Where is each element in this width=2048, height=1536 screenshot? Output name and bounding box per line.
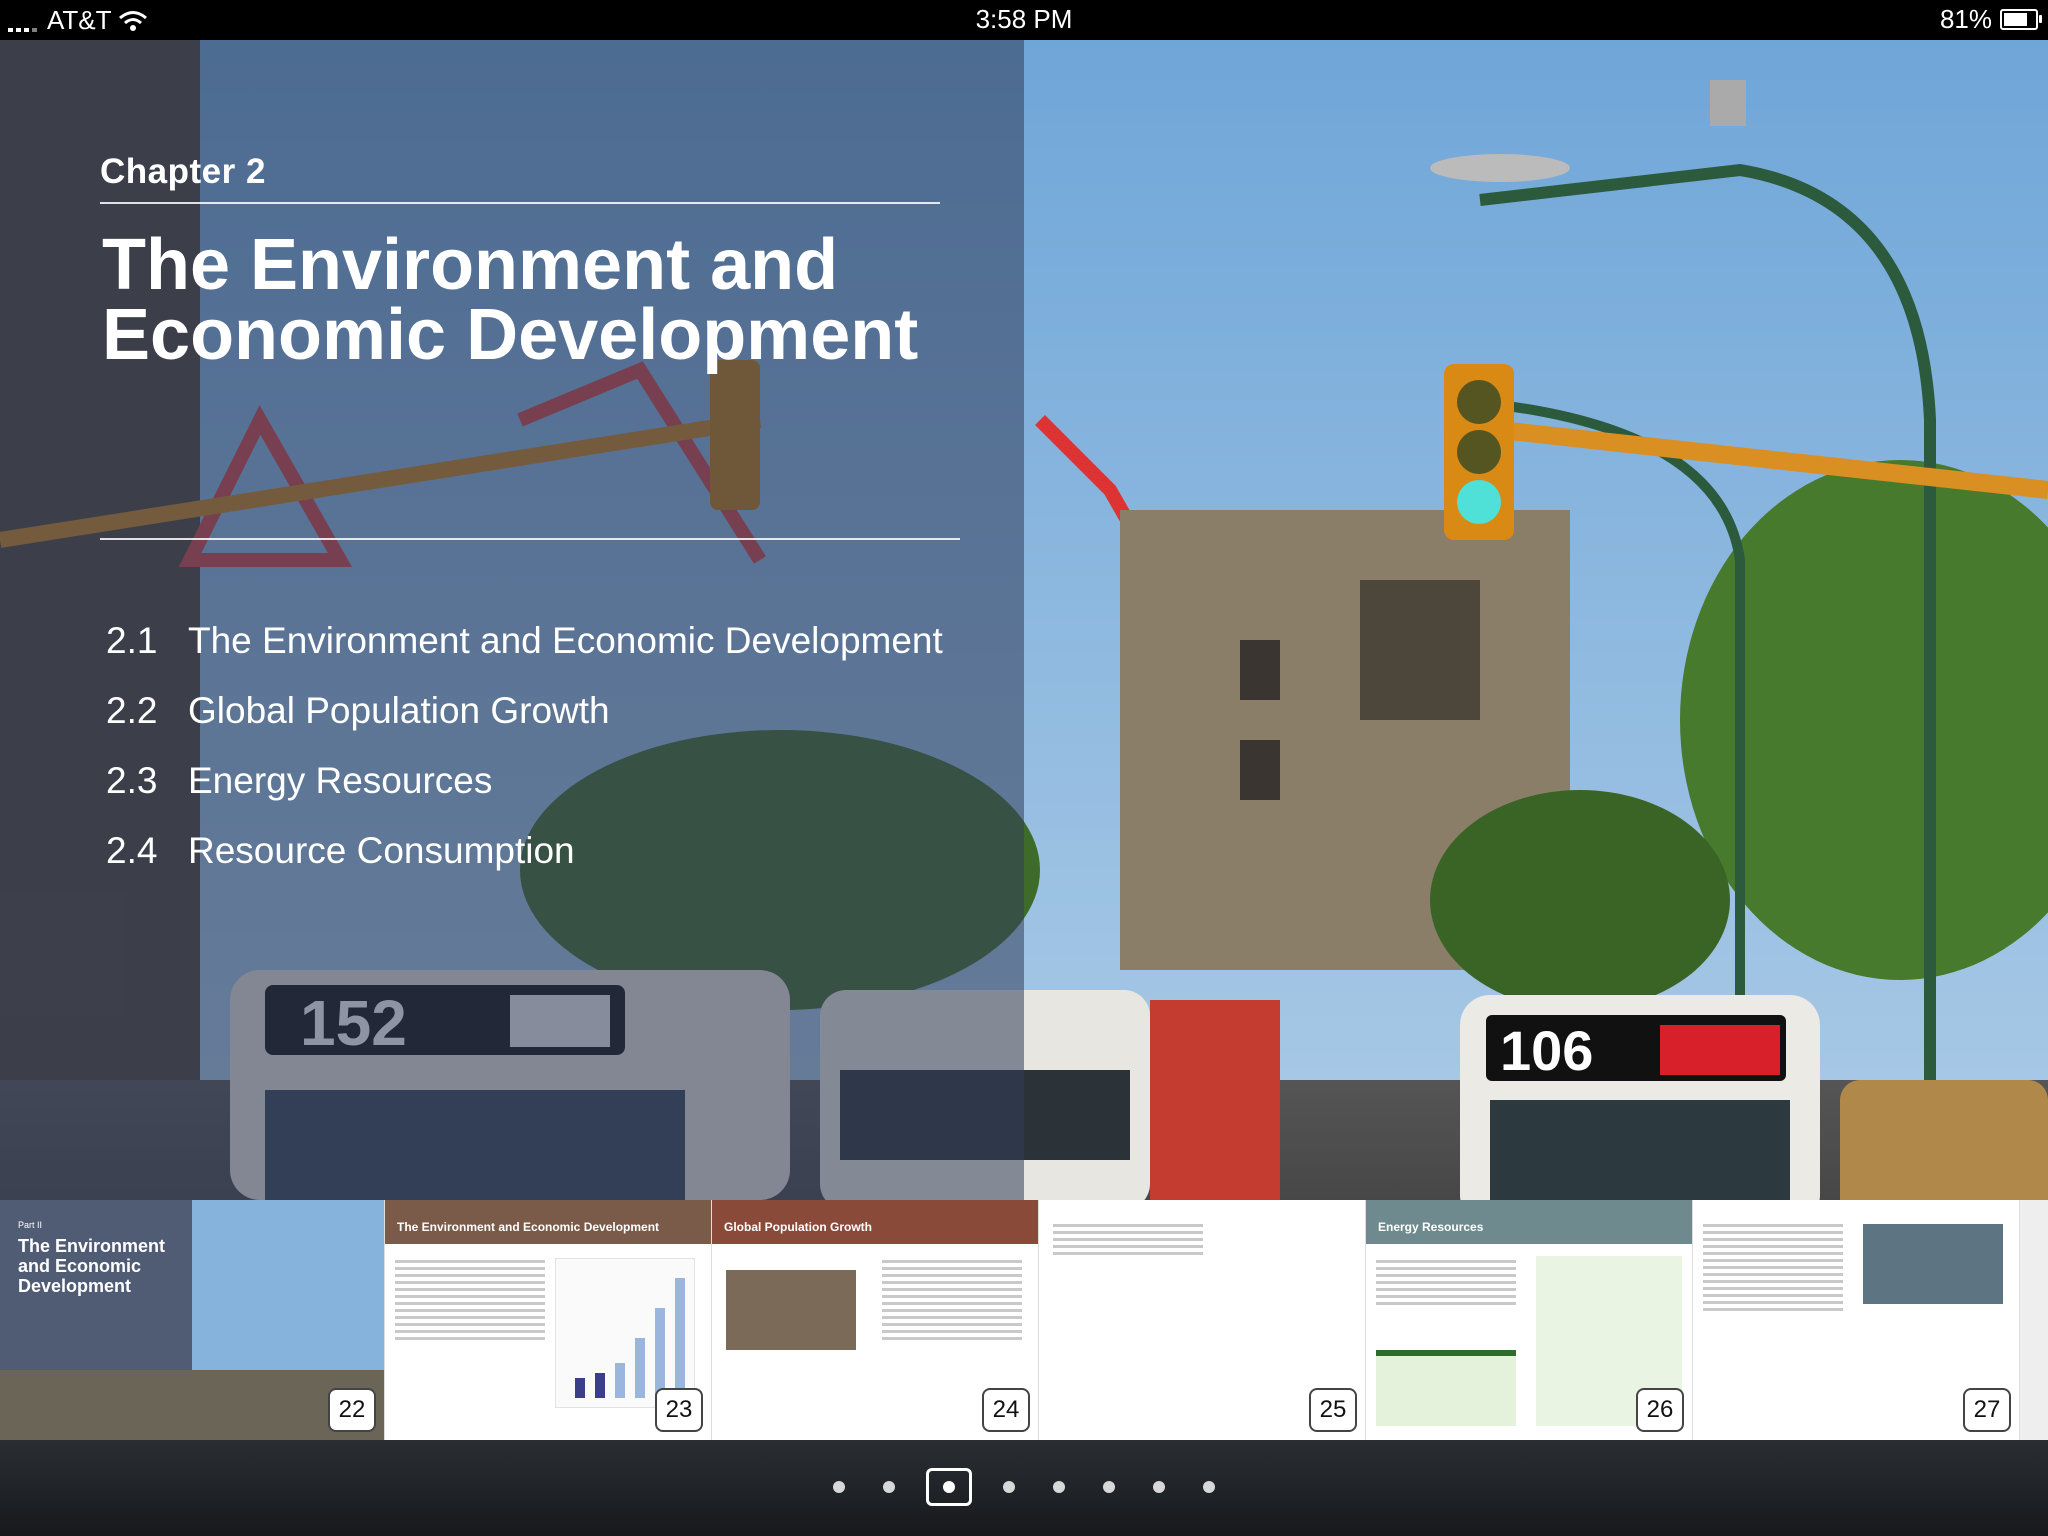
thumb-green-box <box>1376 1350 1516 1426</box>
table-of-contents: 2.1 The Environment and Economic Develop… <box>106 620 943 900</box>
thumb-text-column <box>395 1256 545 1344</box>
page-dot[interactable] <box>883 1481 895 1493</box>
page-number-badge: 24 <box>982 1388 1030 1432</box>
thumb-heading: Energy Resources <box>1378 1220 1484 1234</box>
page-dot[interactable] <box>1203 1481 1215 1493</box>
book-spread[interactable]: 152 106 Chapter 2 The Environment and Ec… <box>0 40 2048 1440</box>
clock: 3:58 PM <box>975 4 1073 34</box>
page-number-badge: 26 <box>1636 1388 1684 1432</box>
bottom-bar <box>0 1440 2048 1536</box>
thumb-kicker: Part II <box>18 1220 43 1230</box>
chapter-label: Chapter 2 <box>100 152 266 191</box>
toc-item-2-3[interactable]: 2.3 Energy Resources <box>106 760 943 830</box>
battery-fill <box>2004 13 2027 26</box>
thumbnail-page-24[interactable]: Global Population Growth 24 <box>712 1200 1039 1440</box>
status-right: 81% <box>1939 4 2042 35</box>
toc-item-2-4[interactable]: 2.4 Resource Consumption <box>106 830 943 900</box>
thumb-heading: The Environment and Economic Development <box>397 1220 660 1234</box>
thumb-wave-photo <box>1863 1224 2003 1304</box>
thumb-banner: The Environment and Economic Development <box>385 1200 711 1244</box>
chapter-title: The Environment and Economic Development <box>102 225 919 375</box>
toc-number: 2.3 <box>106 760 158 801</box>
thumb-text-column <box>1703 1220 1843 1315</box>
toc-number: 2.1 <box>106 620 158 661</box>
svg-text:106: 106 <box>1500 1019 1593 1082</box>
thumb-text-column <box>1053 1220 1203 1259</box>
toc-number: 2.2 <box>106 690 158 731</box>
toc-item-2-2[interactable]: 2.2 Global Population Growth <box>106 690 943 760</box>
page-dot[interactable] <box>1153 1481 1165 1493</box>
thumb-text-column <box>1376 1256 1516 1309</box>
page-dot[interactable] <box>926 1468 972 1506</box>
thumb-bar-chart <box>555 1258 695 1408</box>
page-dot[interactable] <box>1053 1481 1065 1493</box>
toc-title: Global Population Growth <box>188 690 610 731</box>
page-number-badge: 22 <box>328 1388 376 1432</box>
toc-rule <box>100 538 960 540</box>
thumb-street <box>0 1370 384 1440</box>
page-thumbnail-strip[interactable]: Part II The Environment and Economic Dev… <box>0 1200 2048 1440</box>
page-number-badge: 23 <box>655 1388 703 1432</box>
thumb-heading: Global Population Growth <box>724 1220 872 1234</box>
page-number-badge: 25 <box>1309 1388 1357 1432</box>
thumbnail-page-26[interactable]: Energy Resources 26 <box>1366 1200 1693 1440</box>
page-indicator[interactable] <box>0 1468 2048 1506</box>
thumbnail-page-23[interactable]: The Environment and Economic Development… <box>385 1200 712 1440</box>
thumb-banner: Global Population Growth <box>712 1200 1038 1244</box>
toc-title: The Environment and Economic Development <box>188 620 943 661</box>
title-rule <box>100 202 940 204</box>
thumb-heading: The Environment and Economic Development <box>18 1236 166 1296</box>
toc-number: 2.4 <box>106 830 158 871</box>
status-bar: AT&T 3:58 PM 81% <box>0 0 2048 40</box>
toc-item-2-1[interactable]: 2.1 The Environment and Economic Develop… <box>106 620 943 690</box>
thumb-text-column <box>882 1256 1022 1344</box>
toc-title: Energy Resources <box>188 760 493 801</box>
thumbnail-page-22[interactable]: Part II The Environment and Economic Dev… <box>0 1200 385 1440</box>
thumb-portrait-photo <box>726 1270 856 1350</box>
thumb-banner: Energy Resources <box>1366 1200 1692 1244</box>
page-number-badge: 27 <box>1963 1388 2011 1432</box>
page-dot[interactable] <box>1103 1481 1115 1493</box>
page-dot[interactable] <box>833 1481 845 1493</box>
page-dot[interactable] <box>1003 1481 1015 1493</box>
toc-title: Resource Consumption <box>188 830 575 871</box>
battery-icon <box>2000 9 2042 30</box>
battery-percent: 81% <box>1939 4 1992 34</box>
thumbnail-page-27[interactable]: 27 <box>1693 1200 2020 1440</box>
thumbnail-page-25[interactable]: 25 <box>1039 1200 1366 1440</box>
